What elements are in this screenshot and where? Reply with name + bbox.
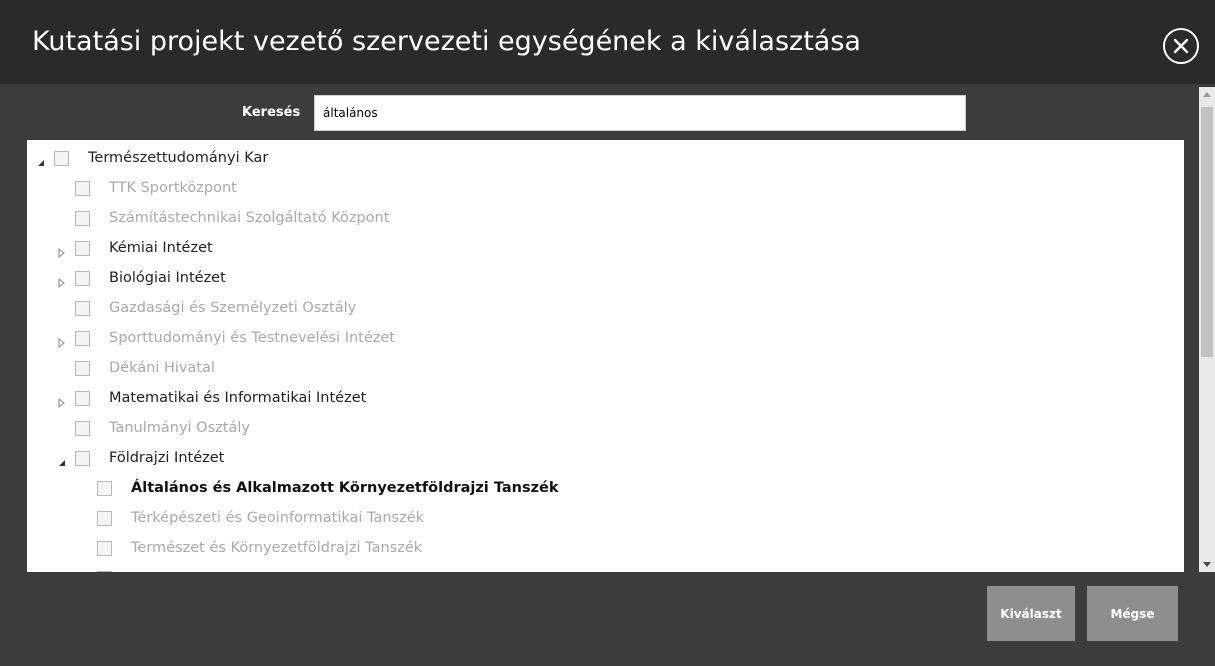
tree-item-kemiai-intezet[interactable]: Kémiai Intézet xyxy=(57,233,213,263)
tree-item-label: Földrajzi Intézet xyxy=(109,450,225,466)
tree-item-altalanos-es-alkalmazott-kornyezetfoldrajzi-tanszek[interactable]: Általános és Alkalmazott Környezetföldra… xyxy=(79,473,559,503)
tree-item-label: Számítástechnikai Szolgáltató Központ xyxy=(109,210,390,226)
tree-item-label: Gazdasági és Személyzeti Osztály xyxy=(109,300,357,316)
search-row: Keresés xyxy=(0,95,1190,131)
tree-item-tanulmanyi-osztaly[interactable]: Tanulmányi Osztály xyxy=(57,413,250,443)
tree-item-ttk-sportkozpont[interactable]: TTK Sportközpont xyxy=(57,173,237,203)
tree-item-gazdasagi-es-szemelyzeti-osztaly[interactable]: Gazdasági és Személyzeti Osztály xyxy=(57,293,356,323)
tree-item-checkbox[interactable] xyxy=(75,450,90,466)
tree-item-checkbox[interactable] xyxy=(97,510,112,526)
tree-item-label: Dékáni Hivatal xyxy=(109,360,215,376)
tree-item-checkbox[interactable] xyxy=(75,420,90,436)
tree-item-label: Általános és Alkalmazott Környezetföldra… xyxy=(131,480,559,496)
search-input[interactable] xyxy=(314,95,966,131)
tree-item-checkbox[interactable] xyxy=(75,390,90,406)
tree-item-checkbox[interactable] xyxy=(75,240,90,256)
tree-item-terkepeszeti-es-geoinformatikai-tanszek[interactable]: Térképészeti és Geoinformatikai Tanszék xyxy=(79,503,424,533)
toggle-spacer xyxy=(79,543,89,553)
tree-item-checkbox[interactable] xyxy=(75,300,90,316)
tree-item-matematikai-es-informatikai-intezet[interactable]: Matematikai és Informatikai Intézet xyxy=(57,383,366,413)
tree-item-foldrajzi-intezet[interactable]: Földrajzi Intézet xyxy=(57,443,224,473)
tree-item-label: Kémiai Intézet xyxy=(109,240,213,256)
tree-item-label: Tanulmányi Osztály xyxy=(109,420,250,436)
tree-item-checkbox[interactable] xyxy=(75,180,90,196)
tree-item-label: Biológiai Intézet xyxy=(109,270,226,286)
title-bar: Kutatási projekt vezető szervezeti egysé… xyxy=(0,0,1215,84)
tree-item-checkbox[interactable] xyxy=(54,150,69,166)
tree-item-label: Matematikai és Informatikai Intézet xyxy=(109,390,367,406)
tree-item-label: Sporttudományi és Testnevelési Intézet xyxy=(109,330,395,346)
scroll-up-arrow-icon[interactable] xyxy=(1199,87,1215,103)
toggle-spacer xyxy=(57,303,67,313)
select-button[interactable]: Kiválaszt xyxy=(987,586,1075,641)
dialog-title: Kutatási projekt vezető szervezeti egysé… xyxy=(32,26,861,57)
toggle-spacer xyxy=(57,183,67,193)
tree-item-termeszet-es-kornyezetfoldrajzi-tanszek[interactable]: Természet és Környezetföldrajzi Tanszék xyxy=(79,533,422,563)
tree-item-dekani-hivatal[interactable]: Dékáni Hivatal xyxy=(57,353,215,383)
tree-item-partial[interactable] xyxy=(79,563,131,572)
collapsed-triangle-icon[interactable] xyxy=(57,273,67,289)
collapsed-triangle-icon[interactable] xyxy=(57,393,67,409)
tree-item-checkbox[interactable] xyxy=(75,270,90,286)
tree-item-label: Térképészeti és Geoinformatikai Tanszék xyxy=(131,510,425,526)
tree-item-checkbox[interactable] xyxy=(75,330,90,346)
collapsed-triangle-icon[interactable] xyxy=(57,333,67,349)
search-label: Keresés xyxy=(242,105,301,120)
tree-item-label: Természettudományi Kar xyxy=(88,150,269,166)
scroll-down-arrow-icon[interactable] xyxy=(1199,556,1215,572)
tree-item-checkbox[interactable] xyxy=(97,570,112,572)
scroll-thumb[interactable] xyxy=(1201,107,1213,357)
vertical-scrollbar[interactable] xyxy=(1199,87,1215,572)
toggle-spacer xyxy=(57,423,67,433)
toggle-spacer xyxy=(57,213,67,223)
tree-item-checkbox[interactable] xyxy=(97,480,112,496)
org-unit-tree: Természettudományi Kar TTK Sportközpont Sz… xyxy=(27,140,1184,572)
toggle-spacer xyxy=(79,483,89,493)
tree-item-termeszettudomanyi-kar[interactable]: Természettudományi Kar xyxy=(36,143,268,173)
cancel-button[interactable]: Mégse xyxy=(1087,586,1178,641)
tree-item-checkbox[interactable] xyxy=(97,540,112,556)
expanded-triangle-icon[interactable] xyxy=(57,453,67,466)
tree-item-checkbox[interactable] xyxy=(75,210,90,226)
close-icon xyxy=(1173,38,1189,54)
tree-item-szamitastechnikai-szolgaltato-kozpont[interactable]: Számítástechnikai Szolgáltató Központ xyxy=(57,203,389,233)
toggle-spacer xyxy=(79,513,89,523)
toggle-spacer xyxy=(57,363,67,373)
tree-item-checkbox[interactable] xyxy=(75,360,90,376)
tree-item-label: TTK Sportközpont xyxy=(109,180,237,196)
tree-item-biologiai-intezet[interactable]: Biológiai Intézet xyxy=(57,263,226,293)
expanded-triangle-icon[interactable] xyxy=(36,153,46,166)
tree-item-sporttudomanyi-es-testnevelesi-intezet[interactable]: Sporttudományi és Testnevelési Intézet xyxy=(57,323,395,353)
tree-item-label: Természet és Környezetföldrajzi Tanszék xyxy=(131,540,423,556)
close-button[interactable] xyxy=(1163,28,1199,64)
dialog: Kutatási projekt vezető szervezeti egysé… xyxy=(0,0,1215,666)
collapsed-triangle-icon[interactable] xyxy=(57,243,67,259)
